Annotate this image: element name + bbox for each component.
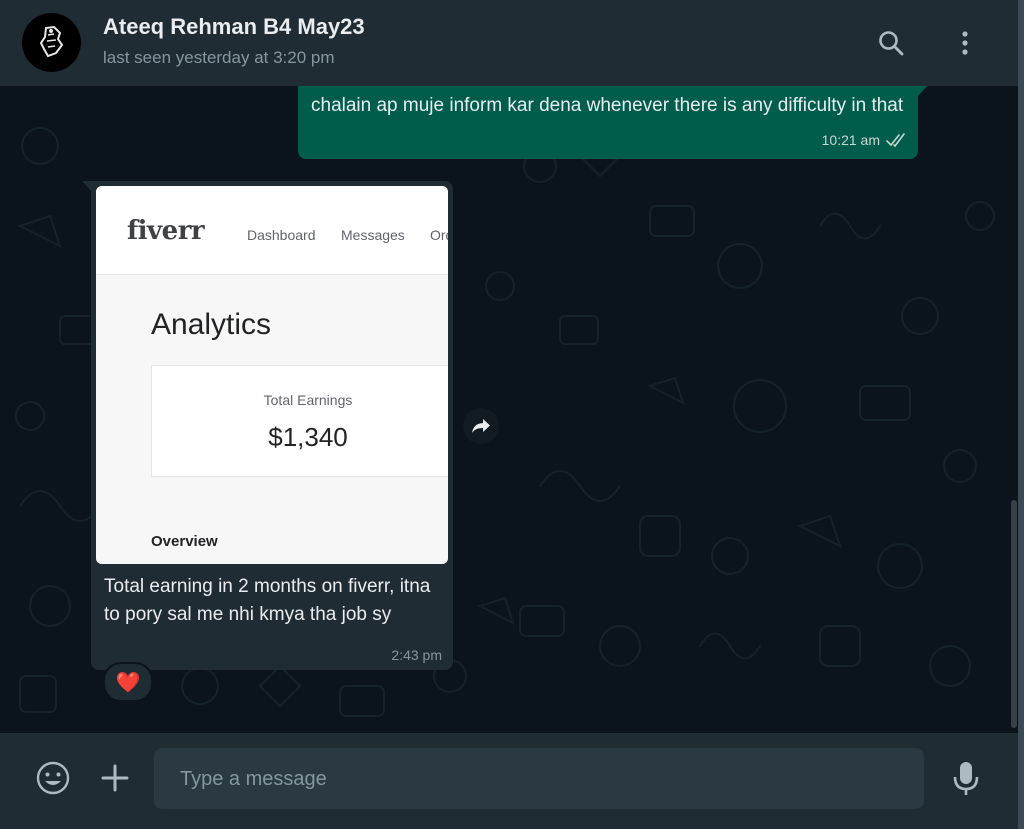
search-icon — [879, 31, 904, 56]
chat-header: Ateeq Rehman B4 May23 last seen yesterda… — [0, 0, 1018, 86]
last-seen-status: last seen yesterday at 3:20 pm — [103, 48, 335, 67]
message-input[interactable] — [178, 748, 912, 811]
message-text: Total earning in 2 months on fiverr, itn… — [104, 576, 431, 625]
scrollbar-thumb[interactable] — [1011, 500, 1017, 728]
nav-orders: Ord — [430, 227, 448, 243]
message-text: chalain ap muje inform kar dena whenever… — [311, 95, 904, 116]
earnings-label: Total Earnings — [263, 392, 353, 408]
fiverr-logo: fiverr — [127, 216, 205, 246]
attach-button[interactable] — [94, 757, 136, 799]
nav-messages: Messages — [341, 227, 405, 243]
overview-heading: Overview — [151, 533, 218, 550]
chat-window: Ateeq Rehman B4 May23 last seen yesterda… — [0, 0, 1018, 829]
incoming-bubble-tail — [82, 181, 91, 191]
incoming-message[interactable]: fiverr Dashboard Messages Ord Analytics … — [91, 181, 453, 670]
emoji-button[interactable] — [32, 757, 74, 799]
heart-reaction[interactable]: ❤️ — [103, 662, 153, 702]
plus-icon — [101, 764, 129, 792]
message-time: 10:21 am — [821, 132, 880, 148]
emoji-icon — [36, 761, 70, 795]
outgoing-bubble-tail — [918, 86, 927, 96]
kebab-menu-icon — [962, 31, 968, 55]
forward-button[interactable] — [463, 408, 499, 444]
nav-dashboard: Dashboard — [247, 227, 316, 243]
scrollbar-track[interactable] — [1018, 0, 1024, 829]
avatar-image — [39, 25, 64, 58]
message-list[interactable]: chalain ap muje inform kar dena whenever… — [0, 86, 1018, 733]
double-check-icon — [886, 133, 905, 147]
composer-bar — [0, 733, 1018, 829]
message-time: 2:43 pm — [391, 647, 442, 663]
outgoing-message[interactable]: chalain ap muje inform kar dena whenever… — [298, 86, 918, 159]
avatar[interactable] — [22, 13, 81, 72]
menu-button[interactable] — [944, 24, 986, 62]
earnings-card: Total Earnings $1,340 — [151, 365, 448, 477]
message-input-box — [154, 748, 924, 811]
voice-message-button[interactable] — [945, 757, 987, 799]
forward-icon — [472, 419, 490, 433]
image-nav-bar: fiverr Dashboard Messages Ord — [96, 186, 448, 275]
message-meta: 10:21 am — [822, 132, 908, 148]
contact-name[interactable]: Ateeq Rehman B4 May23 — [103, 14, 365, 40]
analytics-title: Analytics — [151, 308, 272, 341]
shared-image[interactable]: fiverr Dashboard Messages Ord Analytics … — [96, 186, 448, 564]
search-button[interactable] — [870, 24, 912, 62]
mic-icon — [953, 762, 979, 795]
image-body: Analytics Total Earnings $1,340 Overview — [96, 275, 448, 564]
earnings-value: $1,340 — [268, 422, 348, 452]
